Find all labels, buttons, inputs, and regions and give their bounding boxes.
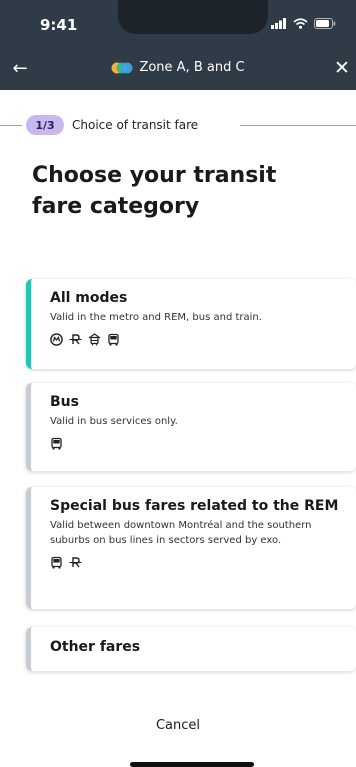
fare-card-bus[interactable]: Bus Valid in bus services only. — [26, 383, 356, 471]
device-notch — [118, 0, 268, 34]
bus-icon — [108, 333, 119, 346]
fare-card-special-bus-rem[interactable]: Special bus fares related to the REM Val… — [26, 487, 356, 609]
rem-icon — [69, 557, 82, 568]
card-description: Valid between downtown Montréal and the … — [50, 520, 312, 546]
zone-title-label: Zone A, B and C — [139, 60, 245, 75]
card-title: Bus — [50, 394, 79, 410]
status-time: 9:41 — [40, 16, 78, 34]
metro-icon — [50, 333, 63, 346]
battery-icon — [314, 18, 336, 29]
card-description: Valid in the metro and REM, bus and trai… — [50, 312, 262, 323]
step-line-left — [0, 125, 22, 126]
step-badge: 1/3 — [26, 115, 64, 135]
status-bar: 9:41 — [0, 0, 356, 44]
nav-bar: ← Zone A, B and C ✕ — [0, 50, 356, 86]
page-title: Choose your transit fare category — [32, 163, 277, 219]
bus-icon — [51, 556, 62, 569]
wifi-icon — [293, 18, 308, 29]
bus-icon — [51, 437, 62, 450]
step-label: Choice of transit fare — [72, 118, 199, 132]
zone-title: Zone A, B and C — [0, 60, 356, 75]
app-header: 9:41 ← Zone A, B and C ✕ — [0, 0, 356, 90]
signal-icon — [271, 18, 286, 29]
mode-icons — [50, 437, 348, 450]
card-description: Valid in bus services only. — [50, 416, 178, 427]
status-icons — [271, 18, 336, 29]
step-line-right — [240, 125, 356, 126]
mode-icons — [50, 556, 348, 569]
rem-icon — [69, 334, 82, 345]
mode-icons — [50, 333, 348, 346]
home-indicator — [130, 762, 254, 767]
card-title: Special bus fares related to the REM — [50, 498, 339, 514]
zone-icon — [111, 62, 133, 73]
train-icon — [88, 333, 101, 346]
card-title: Other fares — [50, 639, 141, 655]
cancel-button[interactable]: Cancel — [128, 712, 228, 738]
close-icon[interactable]: ✕ — [330, 56, 354, 80]
step-indicator: 1/3 Choice of transit fare — [0, 114, 356, 136]
fare-card-other[interactable]: Other fares — [26, 627, 356, 671]
fare-card-all-modes[interactable]: All modes Valid in the metro and REM, bu… — [26, 279, 356, 369]
card-title: All modes — [50, 290, 128, 306]
